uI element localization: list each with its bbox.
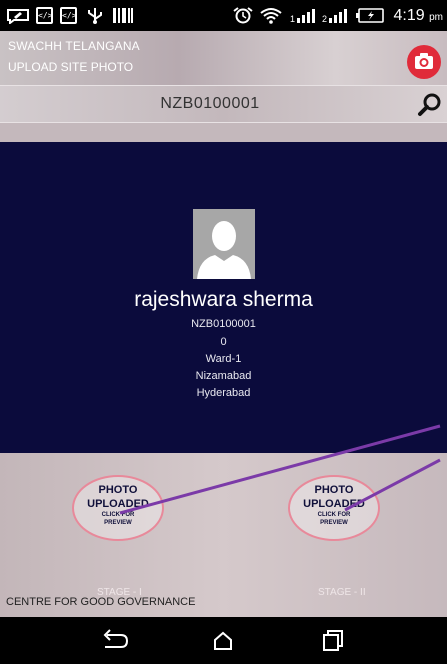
svg-text:2: 2 [322,14,327,24]
battery-icon [356,8,384,23]
back-icon[interactable] [94,626,134,656]
signal-icon: 1 [290,9,315,24]
person-district: Nizamabad [195,370,252,382]
code-icon: </> [36,7,53,24]
wifi-icon [260,8,282,24]
signal-icon: 2 [322,9,347,24]
stage-2-photo-button[interactable]: PHOTO UPLOADED CLICK FOR PREVIEW [288,475,380,541]
search-input[interactable]: NZB0100001 [0,95,420,113]
recents-icon[interactable] [312,626,352,656]
person-name: rajeshwara sherma [134,288,313,311]
stage-1-line2: UPLOADED [87,498,149,510]
status-bar: </> </> 1 2 4:19 pm [0,0,447,31]
stage-2-hint2: PREVIEW [320,520,348,526]
usb-icon [88,8,102,24]
profile-card: rajeshwara sherma NZB0100001 0 Ward-1 Ni… [0,142,447,453]
stage-2-label: STAGE - II [318,587,366,598]
status-time: 4:19 pm [394,7,444,25]
clock-ampm: pm [429,12,443,23]
barcode-icon [113,8,133,23]
page-subtitle: UPLOAD SITE PHOTO [8,60,134,74]
avatar [193,209,255,279]
stage-1-photo-button[interactable]: PHOTO UPLOADED CLICK FOR PREVIEW [72,475,164,541]
code-icon: </> [60,7,77,24]
home-icon[interactable] [203,626,243,656]
alarm-icon [233,7,253,24]
stage-2-line2: UPLOADED [303,498,365,510]
person-ward: Ward-1 [205,353,242,365]
person-id: NZB0100001 [191,318,256,330]
camera-icon [415,53,433,69]
person-count: 0 [220,336,227,348]
stages-panel: PHOTO UPLOADED CLICK FOR PREVIEW PHOTO U… [0,453,447,617]
app-title: SWACHH TELANGANA [8,39,140,53]
app-header: SWACHH TELANGANA UPLOAD SITE PHOTO [0,31,447,85]
search-bar[interactable]: NZB0100001 [0,85,447,123]
separator [0,123,447,142]
stage-1-line1: PHOTO [98,484,138,496]
search-icon[interactable] [417,92,443,118]
stage-1-hint1: CLICK FOR [101,512,135,518]
person-icon [197,221,251,279]
camera-button[interactable] [407,45,441,79]
message-icon [7,9,29,24]
stage-1-hint2: PREVIEW [104,520,132,526]
navigation-bar [0,617,447,664]
footer-text: CENTRE FOR GOOD GOVERNANCE [6,596,196,608]
stage-2-hint1: CLICK FOR [317,512,351,518]
clock: 4:19 [393,7,425,24]
stage-2-line1: PHOTO [314,484,354,496]
svg-text:1: 1 [290,14,295,24]
person-city: Hyderabad [196,387,251,399]
